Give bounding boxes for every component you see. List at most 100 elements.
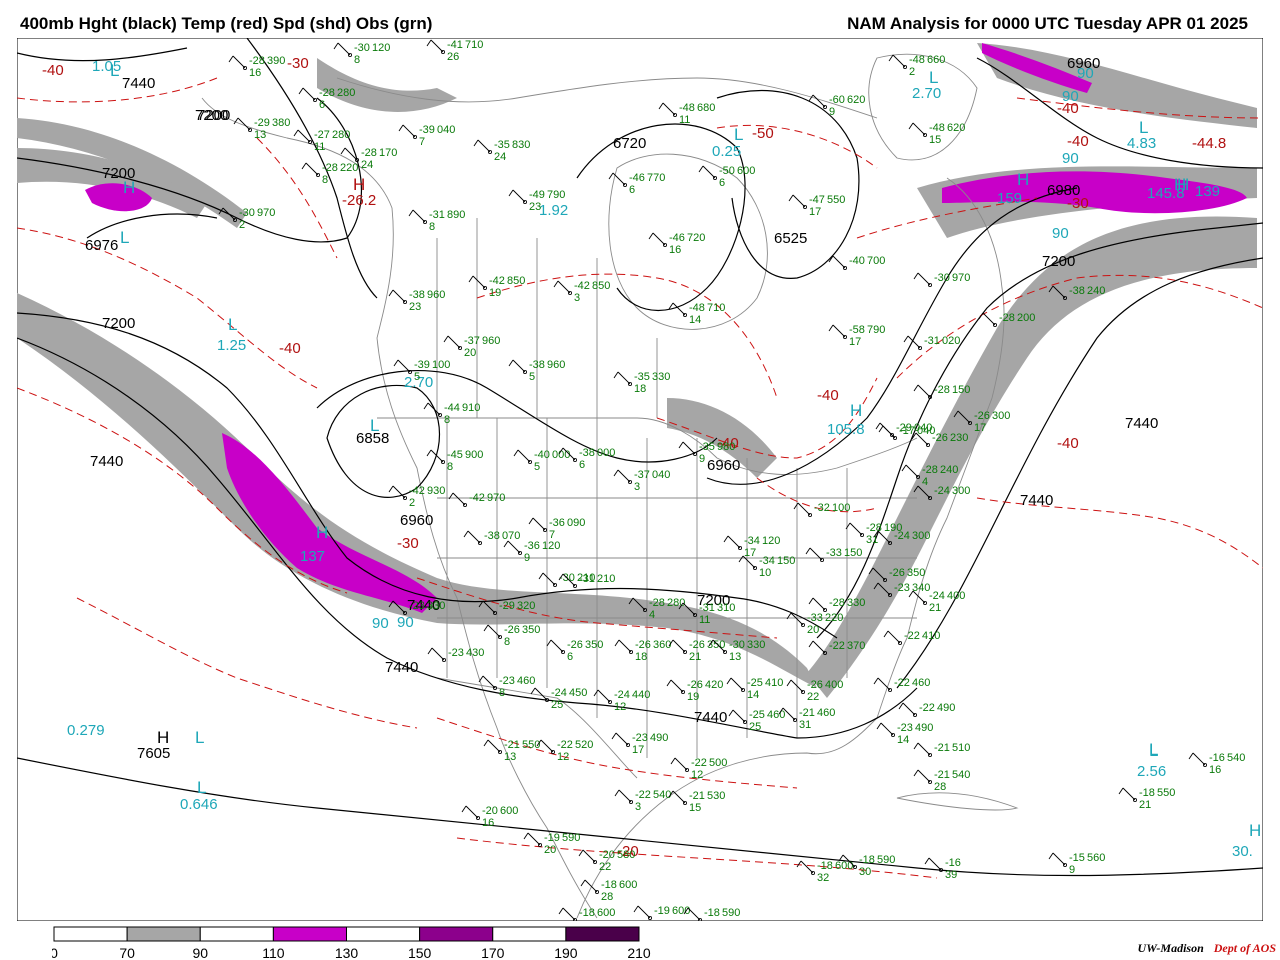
station-height: 930 [427, 485, 445, 497]
station-dewpoint-depression: 12 [614, 701, 626, 713]
station-temp: -33 [826, 547, 842, 559]
station-temp: -37 [634, 469, 650, 481]
station-height: 970 [257, 207, 275, 219]
station-dewpoint-depression: 5 [414, 371, 420, 383]
station-temp: -27 [314, 129, 330, 141]
station-temp: -58 [849, 324, 865, 336]
station-dewpoint-depression: 31 [866, 534, 878, 546]
center-marker-low: L [228, 315, 237, 334]
height-label: 6960 [400, 512, 433, 529]
station-dewpoint-depression: 31 [799, 719, 811, 731]
station-dewpoint-depression: 21 [1139, 799, 1151, 811]
station-temp: -18 [601, 879, 617, 891]
station-temp: -35 [494, 139, 510, 151]
center-marker-speed_max: H [850, 401, 862, 420]
station-height: 330 [747, 639, 765, 651]
speed-label: 1.25 [217, 337, 246, 354]
station-temp: -31 [924, 335, 940, 347]
station-height: 380 [272, 117, 290, 129]
station-temp: -49 [529, 189, 545, 201]
station-dewpoint-depression: 6 [629, 184, 635, 196]
station-height: 040 [437, 124, 455, 136]
station-height: 460 [517, 675, 535, 687]
station-temp: -48 [909, 54, 925, 66]
station-dewpoint-depression: 21 [689, 651, 701, 663]
credit-org: UW-Madison [1137, 941, 1204, 955]
station-height: 350 [907, 567, 925, 579]
station-dewpoint-depression: 2 [409, 497, 415, 509]
station-height: 600 [835, 860, 853, 872]
station-height: 540 [952, 769, 970, 781]
station-dewpoint-depression: 15 [689, 802, 701, 814]
station-dewpoint-depression: 5 [534, 461, 540, 473]
station-height: 240 [1087, 285, 1105, 297]
station-height: 790 [867, 324, 885, 336]
station-temp: -22 [919, 702, 935, 714]
station-dewpoint-depression: 19 [489, 287, 501, 299]
station-dewpoint-depression: 9 [1069, 864, 1075, 876]
center-marker-low: L [110, 61, 119, 80]
station-temp: -60 [829, 94, 845, 106]
station-dewpoint-depression: 6 [567, 651, 573, 663]
station-temp: -19 [544, 832, 560, 844]
station-dewpoint-depression: 4 [649, 609, 655, 621]
station-temp: -30 [934, 272, 950, 284]
station-dewpoint-depression: 28 [934, 781, 946, 793]
station-height: 240 [940, 464, 958, 476]
station-height: 300 [912, 530, 930, 542]
speed-label: 4.83 [1127, 135, 1156, 152]
station-dewpoint-depression: 16 [249, 67, 261, 79]
station-dewpoint-depression: 18 [634, 383, 646, 395]
station-height: 450 [569, 687, 587, 699]
station-height: 770 [647, 172, 665, 184]
station-dewpoint-depression: 9 [524, 552, 530, 564]
temperature-label: -26.2 [342, 192, 376, 209]
height-label: 7440 [1125, 415, 1158, 432]
center-marker-speed_max: H [1249, 821, 1261, 840]
station-height: 220 [340, 162, 358, 174]
station-temp: -23 [897, 722, 913, 734]
speed-label: 105.8 [827, 421, 865, 438]
station-temp: -42 [409, 485, 425, 497]
station-dewpoint-depression: 2 [909, 66, 915, 78]
colorbar-boxes [53, 926, 640, 942]
station-temp: -30 [729, 639, 745, 651]
station-height: 600 [672, 905, 690, 917]
station-dewpoint-depression: 24 [361, 159, 373, 171]
station-temp: -23 [499, 675, 515, 687]
station-height: 710 [707, 302, 725, 314]
station-height: 600 [597, 907, 615, 919]
speed-label: 90 [372, 615, 389, 632]
station-temp: -18 [817, 860, 833, 872]
station-dewpoint-depression: 3 [634, 481, 640, 493]
station-dewpoint-depression: 14 [897, 734, 909, 746]
station-temp: -45 [447, 449, 463, 461]
station-temp: -38 [409, 289, 425, 301]
station-dewpoint-depression: 7 [419, 136, 425, 148]
station-temp: -28 [361, 147, 377, 159]
station-height: 410 [765, 677, 783, 689]
station-dewpoint-depression: 17 [632, 744, 644, 756]
station-height: 700 [867, 255, 885, 267]
station-height: 900 [465, 449, 483, 461]
colorbar-box [346, 926, 421, 942]
station-dewpoint-depression: 10 [759, 567, 771, 579]
colorbar-tick-label: 70 [119, 945, 135, 960]
station-temp: -38 [579, 447, 595, 459]
height-label: 6525 [774, 230, 807, 247]
station-temp: -28 [999, 312, 1015, 324]
station-temp: -34 [744, 535, 760, 547]
height-label: 7605 [137, 745, 170, 762]
station-temp: -35 [699, 441, 715, 453]
speed-label: 90 [1077, 65, 1094, 82]
map-title: 400mb Hght (black) Temp (red) Spd (shd) … [20, 14, 433, 33]
station-dewpoint-depression: 6 [719, 177, 725, 189]
colorbar-tick-label: 110 [262, 945, 285, 960]
station-dewpoint-depression: 16 [482, 817, 494, 829]
station-height: 040 [652, 469, 670, 481]
station-height: 680 [697, 102, 715, 114]
station-height: 970 [487, 492, 505, 504]
station-height: 040 [917, 425, 935, 437]
station-temp: -36 [549, 517, 565, 529]
center-marker-low: L [370, 416, 379, 435]
